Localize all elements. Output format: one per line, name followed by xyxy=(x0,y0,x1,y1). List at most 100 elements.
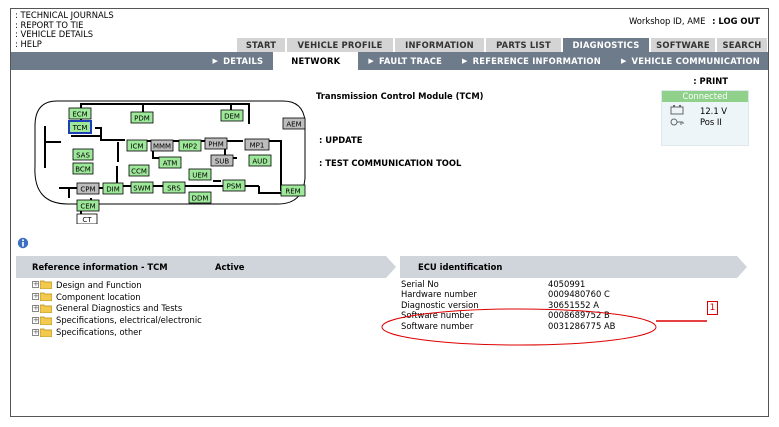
svg-text:REM: REM xyxy=(285,188,300,196)
node-swm: SWM xyxy=(130,181,154,194)
svg-text:SRS: SRS xyxy=(167,185,181,193)
ecu-identification-title: ECU identification xyxy=(418,262,503,272)
node-uem: UEM xyxy=(188,168,212,181)
tree-item-specifications-electrical[interactable]: + Specifications, electrical/electronic xyxy=(32,314,202,326)
svg-text:DEM: DEM xyxy=(224,113,240,121)
tab-information[interactable]: INFORMATION xyxy=(394,37,485,52)
ignition-key-icon xyxy=(670,118,684,126)
svg-text:ATM: ATM xyxy=(163,160,178,168)
app-window: : TECHNICAL JOURNALS : REPORT TO TIE : V… xyxy=(10,8,769,417)
arrow-right-icon: ▶ xyxy=(620,57,627,65)
node-mp1: MP1 xyxy=(244,138,270,151)
svg-text:MMM: MMM xyxy=(153,143,171,151)
svg-text:PDM: PDM xyxy=(134,115,150,123)
node-cpm: CPM xyxy=(76,182,100,195)
node-aud: AUD xyxy=(248,154,272,167)
ecu-identification-table: Serial No 4050991 Hardware number 00094807… xyxy=(401,279,615,331)
svg-text:MP2: MP2 xyxy=(183,143,198,151)
expand-icon[interactable]: + xyxy=(32,316,39,324)
node-pdm: PDM xyxy=(130,111,154,124)
subtab-vehicle-communication[interactable]: ▶ VEHICLE COMMUNICATION xyxy=(611,52,768,70)
tab-parts-list[interactable]: PARTS LIST xyxy=(485,37,562,52)
subtab-fault-trace[interactable]: ▶ FAULT TRACE xyxy=(358,52,452,70)
battery-icon xyxy=(670,105,684,115)
expand-icon[interactable]: + xyxy=(32,328,39,336)
svg-text:PHM: PHM xyxy=(208,141,224,149)
reference-information-title: Reference information - TCM xyxy=(32,262,168,272)
node-dim: DIM xyxy=(102,182,124,195)
tab-vehicle-profile[interactable]: VEHICLE PROFILE xyxy=(286,37,394,52)
ecu-identification-header: ECU identification xyxy=(400,256,747,278)
node-ccm: CCM xyxy=(128,164,150,177)
ecu-row: Serial No 4050991 xyxy=(401,279,586,289)
test-communication-tool-link[interactable]: : TEST COMMUNICATION TOOL xyxy=(319,158,461,168)
svg-text:PSM: PSM xyxy=(227,183,242,191)
tree-item-general-diagnostics[interactable]: + General Diagnostics and Tests xyxy=(32,303,202,315)
tab-diagnostics[interactable]: DIAGNOSTICS xyxy=(562,37,650,52)
ecu-row: Diagnostic version 30651552 A xyxy=(401,299,600,310)
main-tabs: START VEHICLE PROFILE INFORMATION PARTS … xyxy=(236,37,768,52)
expand-icon[interactable]: + xyxy=(32,304,39,312)
node-aem: AEM xyxy=(282,117,306,130)
node-cem: CEM xyxy=(76,199,100,212)
svg-text:DIM: DIM xyxy=(106,186,120,194)
reference-tree: + Design and Function + Component locati… xyxy=(32,279,202,338)
ecu-row: Software number 0008689752 B xyxy=(401,310,610,321)
reference-information-header: Reference information - TCM Active xyxy=(16,256,396,278)
node-dem: DEM xyxy=(220,109,244,122)
folder-icon xyxy=(40,280,52,290)
subtab-reference-information[interactable]: ▶ REFERENCE INFORMATION xyxy=(452,52,611,70)
svg-text:AUD: AUD xyxy=(252,158,267,166)
help-link[interactable]: : HELP xyxy=(15,39,114,50)
top-links: : TECHNICAL JOURNALS : REPORT TO TIE : V… xyxy=(15,10,114,50)
ecu-row: Hardware number 0009480760 C xyxy=(401,289,610,300)
svg-text:AEM: AEM xyxy=(286,121,301,129)
svg-text:BCM: BCM xyxy=(75,166,91,174)
arrow-right-icon: ▶ xyxy=(212,57,219,65)
info-icon[interactable] xyxy=(17,237,29,249)
svg-text:ICM: ICM xyxy=(131,143,144,151)
svg-text:SWM: SWM xyxy=(133,185,150,193)
node-tcm: TCM xyxy=(68,120,92,134)
ecu-row: Software number 0031286775 AB xyxy=(401,320,616,331)
tree-item-component-location[interactable]: + Component location xyxy=(32,291,202,303)
node-phm: PHM xyxy=(204,137,228,150)
connection-status: Connected xyxy=(662,91,748,102)
folder-icon xyxy=(40,328,52,337)
tree-item-design-and-function[interactable]: + Design and Function xyxy=(32,279,202,291)
node-mmm: MMM xyxy=(150,139,174,152)
folder-icon xyxy=(40,304,52,313)
node-psm: PSM xyxy=(222,179,246,192)
tab-software[interactable]: SOFTWARE xyxy=(650,37,716,52)
subtab-details[interactable]: ▶ DETAILS xyxy=(203,52,274,70)
tab-start[interactable]: START xyxy=(236,37,286,52)
node-srs: SRS xyxy=(162,181,186,194)
workshop-id: Workshop ID, AME xyxy=(628,16,706,26)
expand-icon[interactable]: + xyxy=(32,281,39,289)
logout-link[interactable]: : LOG OUT xyxy=(712,16,760,26)
svg-text:CCM: CCM xyxy=(131,168,147,176)
sub-navigation: ▶ DETAILS NETWORK ▶ FAULT TRACE ▶ REFERENCE… xyxy=(11,52,768,70)
tab-search[interactable]: SEARCH xyxy=(716,37,768,52)
expand-icon[interactable]: + xyxy=(32,293,39,301)
node-ct: CT xyxy=(76,213,98,224)
subtab-network[interactable]: NETWORK xyxy=(273,52,359,70)
update-link[interactable]: : UPDATE xyxy=(319,135,362,145)
tree-item-specifications-other[interactable]: + Specifications, other xyxy=(32,326,202,338)
svg-text:CEM: CEM xyxy=(80,203,95,211)
svg-text:CT: CT xyxy=(82,216,92,224)
svg-text:SAS: SAS xyxy=(76,152,90,160)
node-sub: SUB xyxy=(210,154,234,167)
svg-text:TCM: TCM xyxy=(72,124,88,132)
network-diagram: ECM TCM PDM DEM AEM ICM MMM MP2 PHM MP1 … xyxy=(34,100,306,224)
print-link[interactable]: : PRINT xyxy=(693,76,728,86)
node-sas: SAS xyxy=(72,148,94,161)
node-rem: REM xyxy=(280,184,306,197)
node-icm: ICM xyxy=(126,139,148,152)
arrow-right-icon: ▶ xyxy=(462,57,468,65)
svg-text:UEM: UEM xyxy=(192,172,208,180)
node-atm: ATM xyxy=(158,156,182,169)
folder-icon xyxy=(40,292,52,302)
node-bcm: BCM xyxy=(72,162,94,175)
module-title: Transmission Control Module (TCM) xyxy=(316,91,484,101)
